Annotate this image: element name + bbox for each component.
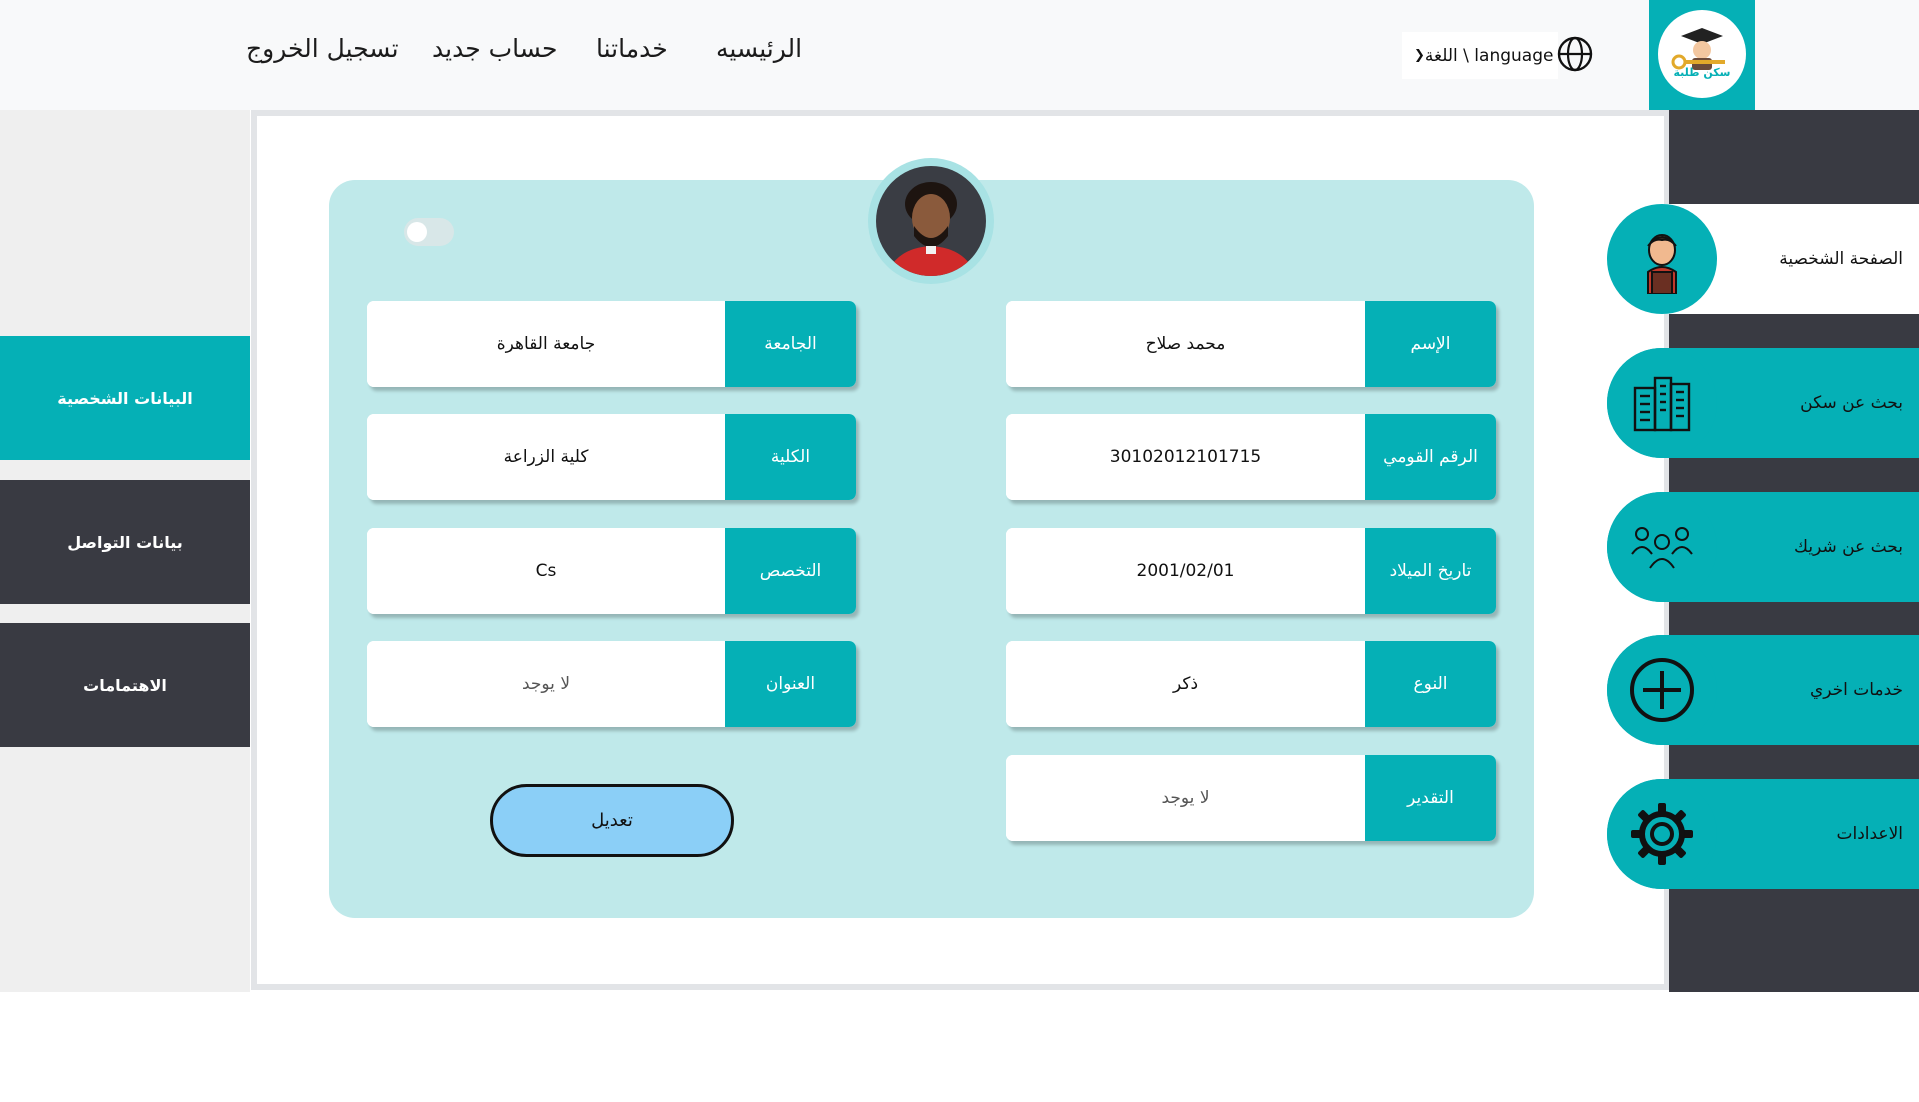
- sidebar-item-settings[interactable]: الاعدادات: [1607, 779, 1919, 889]
- sidebar-item-find-partner[interactable]: بحث عن شريك: [1607, 492, 1919, 602]
- top-navbar: تسجيل الخروج حساب جديد خدماتنا الرئيسيه …: [0, 0, 1919, 137]
- nav-home[interactable]: الرئيسيه: [716, 34, 802, 63]
- tab-label: بيانات التواصل: [67, 532, 183, 552]
- tab-personal-data[interactable]: البيانات الشخصية: [0, 336, 250, 460]
- field-grade: لا يوجد التقدير: [1006, 755, 1496, 841]
- logo-text: سكن طلبة: [1673, 66, 1731, 79]
- field-value[interactable]: محمد صلاح: [1006, 301, 1365, 387]
- sidebar-item-label: بحث عن سكن: [1800, 393, 1903, 413]
- chevron-down-icon: ❯: [1414, 48, 1425, 63]
- sidebar-item-other-services[interactable]: خدمات اخري: [1607, 635, 1919, 745]
- logo: سكن طلبة: [1658, 10, 1746, 98]
- field-label: الكلية: [725, 414, 856, 500]
- sidebar-item-label: الصفحة الشخصية: [1779, 249, 1903, 269]
- field-address: لا يوجد العنوان: [367, 641, 856, 727]
- avatar[interactable]: [876, 166, 986, 276]
- field-label: التخصص: [725, 528, 856, 614]
- field-value[interactable]: 2001/02/01: [1006, 528, 1365, 614]
- building-icon: [1607, 348, 1717, 458]
- gear-icon: [1607, 779, 1717, 889]
- field-gender: ذكر النوع: [1006, 641, 1496, 727]
- field-major: Cs التخصص: [367, 528, 856, 614]
- tab-label: البيانات الشخصية: [57, 388, 193, 408]
- sidebar-item-label: خدمات اخري: [1809, 680, 1903, 700]
- field-value[interactable]: جامعة القاهرة: [367, 301, 725, 387]
- sidebar-item-label: بحث عن شريك: [1794, 537, 1903, 557]
- language-label: اللغة \ language: [1424, 45, 1554, 66]
- field-label: التقدير: [1365, 755, 1496, 841]
- field-value[interactable]: كلية الزراعة: [367, 414, 725, 500]
- field-value[interactable]: 30102012101715: [1006, 414, 1365, 500]
- nav-logout[interactable]: تسجيل الخروج: [246, 34, 399, 63]
- tab-label: الاهتمامات: [83, 675, 167, 695]
- sidebar-item-profile[interactable]: الصفحة الشخصية: [1607, 204, 1919, 314]
- field-label: النوع: [1365, 641, 1496, 727]
- field-value[interactable]: لا يوجد: [367, 641, 725, 727]
- toggle-knob: [407, 222, 427, 242]
- globe-icon[interactable]: [1556, 35, 1594, 73]
- field-birth-date: 2001/02/01 تاريخ الميلاد: [1006, 528, 1496, 614]
- field-value[interactable]: ذكر: [1006, 641, 1365, 727]
- field-label: العنوان: [725, 641, 856, 727]
- student-profile-icon: [1607, 204, 1717, 314]
- tab-contact-data[interactable]: بيانات التواصل: [0, 480, 250, 604]
- people-group-icon: [1607, 492, 1717, 602]
- avatar-ring: [868, 158, 994, 284]
- field-value[interactable]: Cs: [367, 528, 725, 614]
- tab-interests[interactable]: الاهتمامات: [0, 623, 250, 747]
- field-label: تاريخ الميلاد: [1365, 528, 1496, 614]
- nav-services[interactable]: خدماتنا: [596, 34, 668, 63]
- field-name: محمد صلاح الإسم: [1006, 301, 1496, 387]
- field-national-id: 30102012101715 الرقم القومي: [1006, 414, 1496, 500]
- plus-circle-icon: [1607, 635, 1717, 745]
- profile-photo: [876, 166, 986, 276]
- field-university: جامعة القاهرة الجامعة: [367, 301, 856, 387]
- field-label: الرقم القومي: [1365, 414, 1496, 500]
- sidebar-item-find-housing[interactable]: بحث عن سكن: [1607, 348, 1919, 458]
- field-value[interactable]: لا يوجد: [1006, 755, 1365, 841]
- toggle-switch[interactable]: [404, 218, 454, 246]
- nav-register[interactable]: حساب جديد: [432, 34, 558, 63]
- field-label: الجامعة: [725, 301, 856, 387]
- field-label: الإسم: [1365, 301, 1496, 387]
- edit-button[interactable]: تعديل: [490, 784, 734, 857]
- language-select[interactable]: ❯ اللغة \ language: [1402, 32, 1558, 79]
- sidebar-item-label: الاعدادات: [1836, 824, 1903, 844]
- field-faculty: كلية الزراعة الكلية: [367, 414, 856, 500]
